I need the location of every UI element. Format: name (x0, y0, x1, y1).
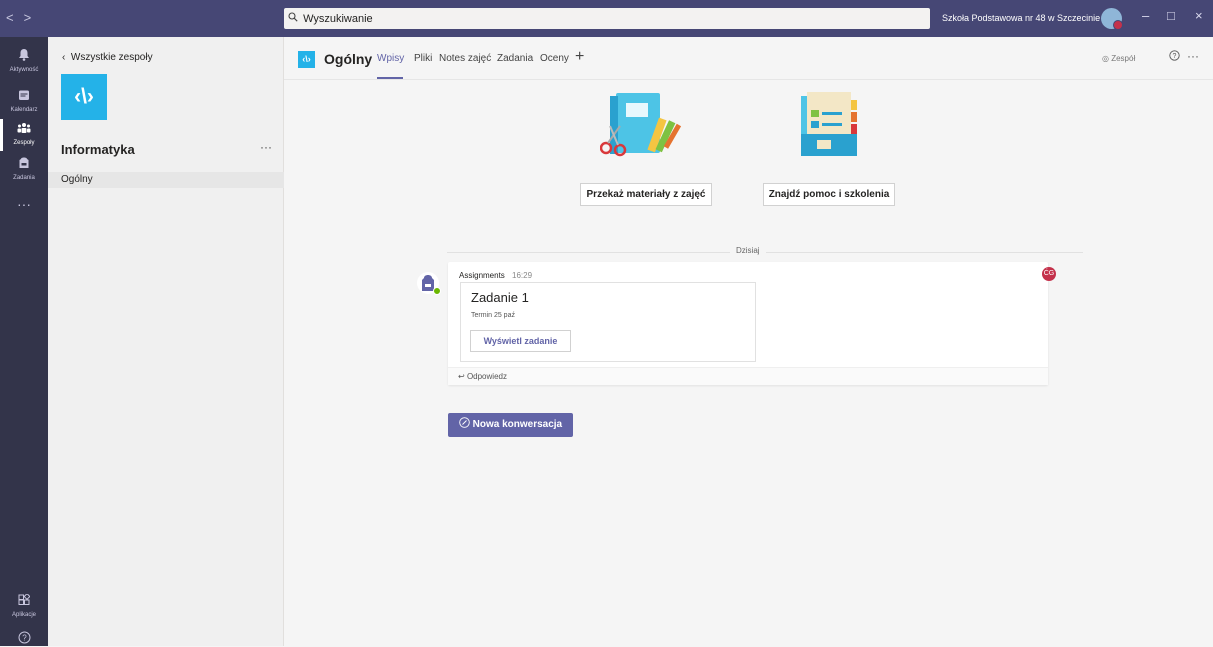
org-switcher[interactable]: Szkoła Podstawowa nr 48 w Szczecinie ⌄ (942, 13, 1110, 24)
search-icon (288, 8, 300, 29)
rail-label: Aplikacje (11, 612, 36, 618)
help-mark: ? (22, 634, 27, 643)
title-bar: <> Wyszukiwanie Szkoła Podstawowa nr 48 … (0, 0, 1213, 37)
maximize-button[interactable]: □ (1167, 8, 1175, 23)
compose-pen-icon (459, 417, 473, 430)
active-tab-indicator (377, 77, 403, 79)
user-reaction-avatar[interactable]: ĆG (1042, 267, 1056, 281)
info-mark: ? (1173, 53, 1177, 60)
channel-item-general[interactable]: Ogólny (48, 172, 284, 188)
team-logo: ‹\› (61, 74, 107, 120)
message-card: Assignments 16:29 ĆG Zadanie 1 Termin 25… (448, 262, 1056, 385)
info-icon: ? (1169, 50, 1180, 64)
minimize-button[interactable]: – (1142, 8, 1149, 23)
reply-label: Odpowiedz (466, 372, 507, 381)
materials-illustration (599, 88, 690, 168)
close-button[interactable]: × (1195, 8, 1203, 23)
channel-info-button[interactable]: ? (1169, 50, 1180, 64)
user-avatar[interactable] (1101, 8, 1123, 30)
header-more-button[interactable]: ··· (1187, 49, 1199, 63)
team-badge-label: Zespół (1111, 54, 1136, 63)
tab-files[interactable]: Pliki (414, 53, 432, 64)
rail-item-assignments[interactable]: Zadania (0, 150, 48, 190)
forward-arrow-icon[interactable]: > (24, 10, 42, 25)
reply-arrow-icon: ↩ (458, 372, 467, 381)
apps-icon (0, 592, 48, 609)
tab-class-notebook[interactable]: Notes zajęć (439, 53, 491, 64)
channel-header: ‹\› Ogólny Wpisy Pliki Notes zajęć Zadan… (284, 37, 1213, 80)
assignments-icon (0, 156, 48, 172)
assignment-card: Zadanie 1 Termin 25 paź Wyświetl zadanie (460, 282, 756, 362)
add-tab-button[interactable]: + (575, 48, 584, 66)
rail-label: Aktywność (9, 67, 39, 73)
more-icon: ··· (17, 196, 31, 212)
search-input[interactable]: Wyszukiwanie (284, 8, 930, 29)
teams-sidebar: ‹ Wszystkie zespoły ‹\› Informatyka ··· … (48, 37, 284, 646)
chevron-left-icon: ‹ (62, 52, 71, 63)
teams-icon (0, 121, 48, 137)
back-arrow-icon[interactable]: < (6, 10, 24, 25)
team-badge[interactable]: ◎ Zespół (1102, 54, 1135, 63)
presence-available-icon (433, 287, 441, 295)
tab-assignments[interactable]: Zadania (497, 53, 533, 64)
view-assignment-button[interactable]: Wyświetl zadanie (470, 330, 571, 352)
history-nav: <> (6, 10, 41, 25)
channel-logo: ‹\› (298, 51, 315, 68)
upload-materials-button[interactable]: Przekaż materiały z zajęć (580, 183, 712, 206)
help-icon: ? (0, 631, 48, 647)
search-placeholder: Wyszukiwanie (303, 13, 373, 25)
rail-more-button[interactable]: ··· (0, 190, 48, 214)
bell-icon (0, 48, 48, 64)
find-help-button[interactable]: Znajdź pomoc i szkolenia (763, 183, 895, 206)
rail-label: Zespoły (13, 140, 35, 146)
rail-item-apps[interactable]: Aplikacje (0, 587, 48, 627)
all-teams-link[interactable]: ‹ Wszystkie zespoły (62, 52, 153, 63)
reply-link[interactable]: ↩ Odpowiedz (458, 372, 507, 381)
team-more-button[interactable]: ··· (260, 140, 272, 154)
rail-item-activity[interactable]: Aktywność (0, 42, 48, 82)
assignment-title: Zadanie 1 (471, 290, 529, 305)
tab-posts[interactable]: Wpisy (377, 53, 404, 64)
channel-title: Ogólny (324, 51, 373, 67)
tab-grades[interactable]: Oceny (540, 53, 569, 64)
rail-help-button[interactable]: ? (0, 625, 48, 645)
message-time: 16:29 (512, 271, 533, 280)
rail-item-teams[interactable]: Zespoły (0, 115, 48, 155)
team-name[interactable]: Informatyka (61, 142, 135, 157)
calendar-icon (0, 88, 48, 104)
date-divider-label: Dzisiaj (730, 246, 766, 255)
reply-bar[interactable]: ↩ Odpowiedz (448, 367, 1048, 385)
app-rail: Aktywność Kalendarz Zespoły Zadania ··· … (0, 37, 48, 646)
eye-icon: ◎ (1102, 54, 1112, 63)
help-illustration (795, 90, 870, 165)
rail-label: Zadania (13, 175, 35, 181)
assignment-due: Termin 25 paź (471, 312, 515, 319)
new-conversation-label: Nowa konwersacja (472, 419, 563, 430)
message-author[interactable]: Assignments (459, 271, 505, 280)
all-teams-label: Wszystkie zespoły (70, 52, 153, 63)
new-conversation-button[interactable]: Nowa konwersacja (448, 413, 573, 437)
rail-label: Kalendarz (10, 107, 38, 113)
